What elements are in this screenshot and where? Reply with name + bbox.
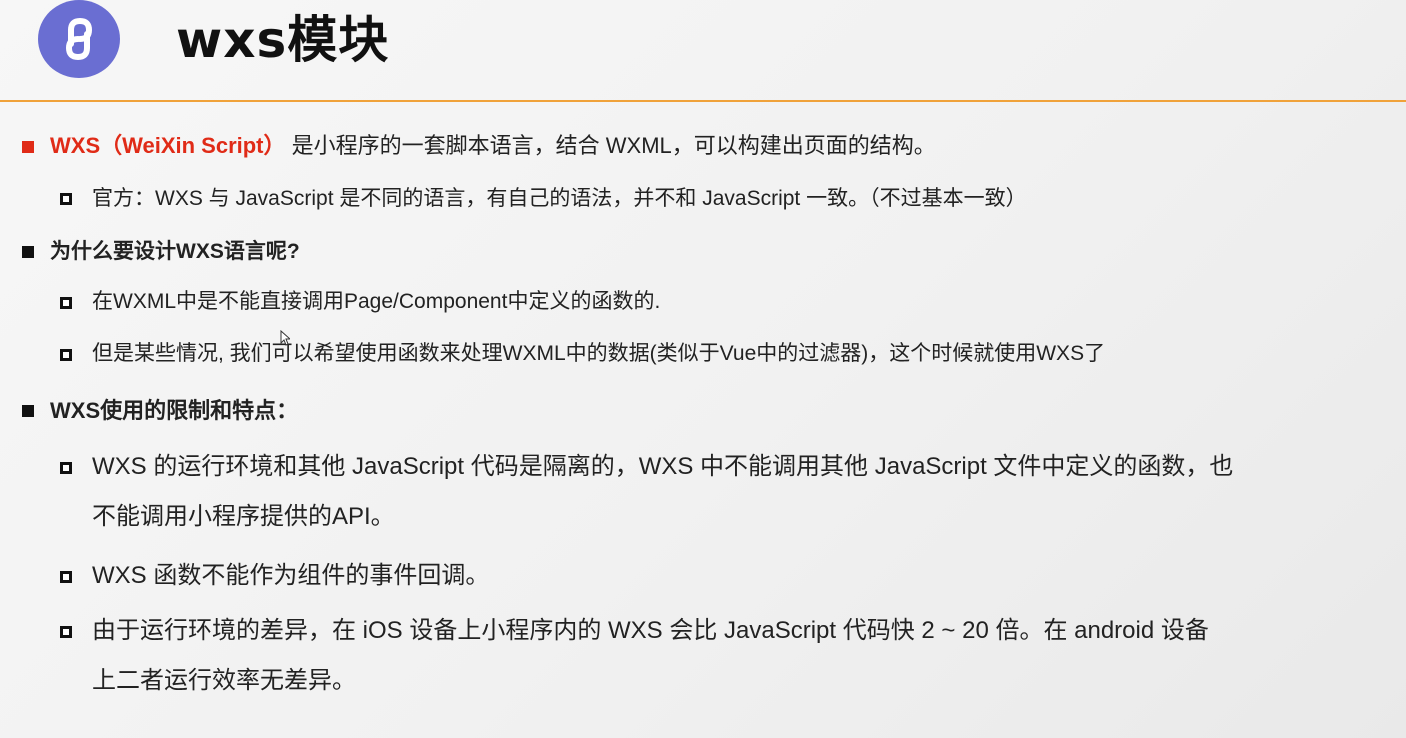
hollow-square-bullet-icon <box>60 349 72 361</box>
intro-text: 是小程序的一套脚本语言，结合 WXML，可以构建出页面的结构。 <box>291 133 936 158</box>
square-bullet-icon <box>22 141 34 153</box>
why-item-text: 但是某些情况, 我们可以希望使用函数来处理WXML中的数据(类似于Vue中的过滤… <box>92 342 1106 365</box>
hollow-square-bullet-icon <box>60 462 72 474</box>
limits-item-text-continued: 上二者运行效率无差异。 <box>92 667 356 694</box>
square-bullet-icon <box>22 405 34 417</box>
why-heading: 为什么要设计WXS语言呢? <box>50 240 300 263</box>
hollow-square-bullet-icon <box>60 297 72 309</box>
limits-item-text-continued: 不能调用小程序提供的API。 <box>92 503 395 530</box>
hollow-square-bullet-icon <box>60 626 72 638</box>
limits-item-text: WXS 函数不能作为组件的事件回调。 <box>92 562 490 589</box>
mouse-cursor-icon <box>280 330 290 346</box>
header-divider <box>0 100 1406 102</box>
limits-item-text: WXS 的运行环境和其他 JavaScript 代码是隔离的，WXS 中不能调用… <box>92 453 1234 480</box>
intro-sub-text: 官方：WXS 与 JavaScript 是不同的语言，有自己的语法，并不和 Ja… <box>92 187 1027 210</box>
hollow-square-bullet-icon <box>60 193 72 205</box>
why-item-text: 在WXML中是不能直接调用Page/Component中定义的函数的. <box>92 290 661 313</box>
limits-item-text: 由于运行环境的差异，在 iOS 设备上小程序内的 WXS 会比 JavaScri… <box>92 617 1209 644</box>
mini-program-logo-icon <box>38 0 120 78</box>
hollow-square-bullet-icon <box>60 571 72 583</box>
limits-heading: WXS使用的限制和特点： <box>50 398 299 423</box>
wxs-highlight: WXS（WeiXin Script） <box>50 133 286 158</box>
square-bullet-icon <box>22 246 34 258</box>
slide-title: wxs模块 <box>176 11 390 69</box>
